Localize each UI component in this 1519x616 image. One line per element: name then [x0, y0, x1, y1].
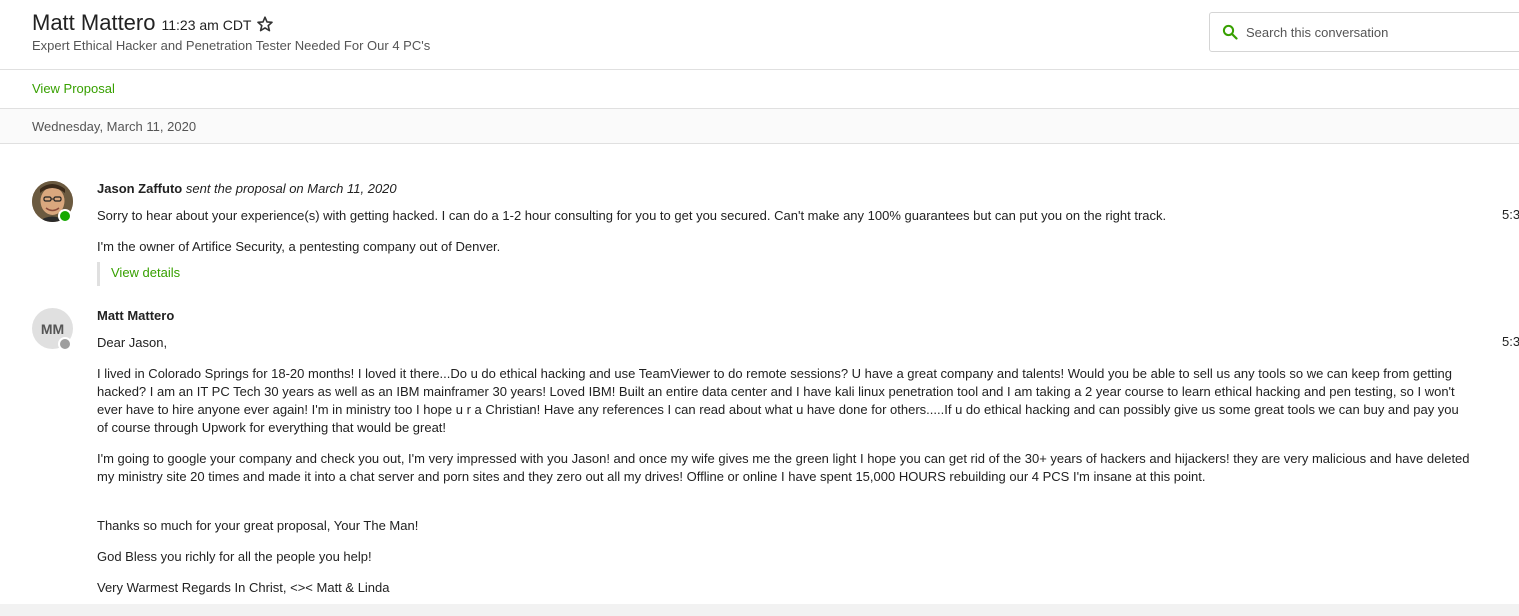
view-proposal-link[interactable]: View Proposal	[32, 81, 115, 96]
date-divider-text: Wednesday, March 11, 2020	[32, 119, 197, 134]
sender-name[interactable]: Matt Mattero	[97, 308, 174, 323]
view-details-link[interactable]: View details	[111, 265, 180, 280]
message-matt: MM Matt Mattero Dear Jason, 5:3 I lived …	[0, 302, 1519, 602]
title-row: Matt Mattero 11:23 am CDT	[32, 10, 274, 36]
avatar-initials: MM	[40, 320, 65, 337]
sender-line: Matt Mattero	[97, 308, 174, 323]
online-status-indicator	[58, 209, 72, 223]
message-jason: Jason Zaffuto sent the proposal on March…	[0, 175, 1519, 295]
message-paragraph: I'm the owner of Artifice Security, a pe…	[97, 239, 501, 254]
message-time: 5:3	[1502, 334, 1519, 349]
local-time: 11:23 am CDT	[161, 17, 252, 33]
message-time: 5:3	[1502, 207, 1519, 222]
message-paragraph: Sorry to hear about your experience(s) w…	[97, 208, 1167, 223]
offline-status-indicator	[58, 337, 72, 351]
sender-line: Jason Zaffuto sent the proposal on March…	[97, 181, 397, 196]
contact-name[interactable]: Matt Mattero	[32, 10, 155, 36]
search-box[interactable]	[1209, 12, 1519, 52]
job-title[interactable]: Expert Ethical Hacker and Penetration Te…	[32, 38, 430, 53]
sender-action: sent the proposal on March 11, 2020	[185, 181, 397, 196]
composer-edge	[0, 604, 1519, 616]
proposal-details-quote: View details	[97, 262, 180, 286]
message-paragraph: Dear Jason,	[97, 335, 168, 350]
message-paragraph: God Bless you richly for all the people …	[97, 549, 372, 564]
proposal-bar: View Proposal	[0, 70, 1519, 109]
star-icon[interactable]	[257, 16, 274, 32]
message-paragraph: Thanks so much for your great proposal, …	[97, 518, 419, 533]
search-input[interactable]	[1246, 13, 1516, 51]
message-paragraph: I lived in Colorado Springs for 18-20 mo…	[97, 366, 1459, 435]
conversation-header: Matt Mattero 11:23 am CDT Expert Ethical…	[0, 0, 1519, 70]
message-paragraph: I'm going to google your company and che…	[97, 451, 1470, 484]
date-divider: Wednesday, March 11, 2020	[0, 109, 1519, 144]
sender-name[interactable]: Jason Zaffuto	[97, 181, 182, 196]
search-icon	[1222, 24, 1238, 40]
message-paragraph: Very Warmest Regards In Christ, <>< Matt…	[97, 580, 390, 595]
